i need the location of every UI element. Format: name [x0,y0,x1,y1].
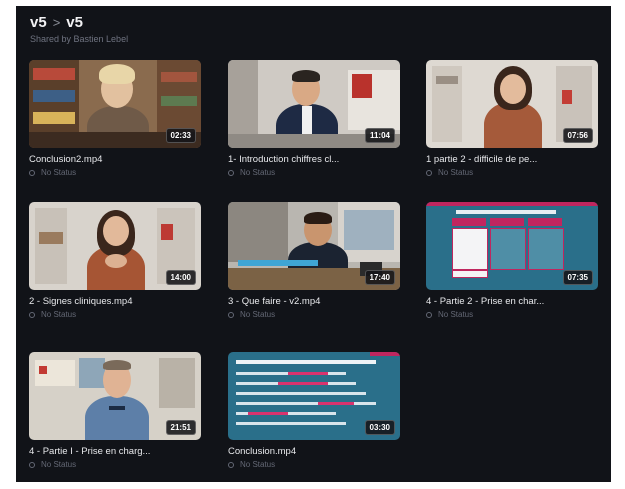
video-title[interactable]: 1- Introduction chiffres cl... [228,154,400,165]
folder-header: v5 > v5 Shared by Bastien Lebel [30,14,128,44]
video-thumbnail[interactable]: 17:40 [228,202,400,290]
video-card[interactable]: 02:33 Conclusion2.mp4 No Status [29,60,201,177]
status-label: No Status [240,460,276,469]
video-card[interactable]: 03:30 Conclusion.mp4 No Status [228,352,400,469]
duration-badge: 21:51 [165,420,196,435]
video-card[interactable]: 14:00 2 - Signes cliniques.mp4 No Status [29,202,201,319]
breadcrumb-current: v5 [66,14,83,31]
status-label: No Status [240,168,276,177]
video-title[interactable]: 2 - Signes cliniques.mp4 [29,296,201,307]
chevron-right-icon: > [52,15,61,30]
video-thumbnail[interactable]: 21:51 [29,352,201,440]
status-dot-icon [228,169,234,176]
video-card[interactable]: 21:51 4 - Partie I - Prise en charg... N… [29,352,201,469]
breadcrumb: v5 > v5 [30,14,128,31]
status-indicator[interactable]: No Status [228,460,400,469]
video-title[interactable]: 1 partie 2 - difficile de pe... [426,154,598,165]
status-dot-icon [29,461,35,468]
duration-badge: 02:33 [165,128,196,143]
video-thumbnail[interactable]: 03:30 [228,352,400,440]
status-indicator[interactable]: No Status [29,460,201,469]
video-thumbnail[interactable]: 07:35 [426,202,598,290]
status-label: No Status [41,460,77,469]
status-label: No Status [41,168,77,177]
video-title[interactable]: 4 - Partie I - Prise en charg... [29,446,201,457]
video-title[interactable]: 4 - Partie 2 - Prise en char... [426,296,598,307]
status-dot-icon [29,311,35,318]
duration-badge: 17:40 [364,270,395,285]
status-indicator[interactable]: No Status [426,310,598,319]
video-title[interactable]: Conclusion.mp4 [228,446,400,457]
duration-badge: 07:56 [562,128,593,143]
duration-badge: 11:04 [364,128,395,143]
status-dot-icon [426,169,432,176]
status-dot-icon [426,311,432,318]
breadcrumb-parent[interactable]: v5 [30,14,47,31]
status-indicator[interactable]: No Status [228,168,400,177]
video-card[interactable]: 11:04 1- Introduction chiffres cl... No … [228,60,400,177]
status-label: No Status [438,168,474,177]
video-thumbnail[interactable]: 11:04 [228,60,400,148]
status-dot-icon [228,461,234,468]
video-title[interactable]: 3 - Que faire - v2.mp4 [228,296,400,307]
app-frame: v5 > v5 Shared by Bastien Lebel 02:33 Co… [16,6,611,482]
duration-badge: 03:30 [364,420,395,435]
status-indicator[interactable]: No Status [426,168,598,177]
status-dot-icon [29,169,35,176]
video-thumbnail[interactable]: 02:33 [29,60,201,148]
status-label: No Status [438,310,474,319]
status-label: No Status [240,310,276,319]
duration-badge: 07:35 [562,270,593,285]
video-card[interactable]: 07:56 1 partie 2 - difficile de pe... No… [426,60,598,177]
video-thumbnail[interactable]: 14:00 [29,202,201,290]
status-indicator[interactable]: No Status [29,168,201,177]
video-card[interactable]: 17:40 3 - Que faire - v2.mp4 No Status [228,202,400,319]
status-dot-icon [228,311,234,318]
status-indicator[interactable]: No Status [228,310,400,319]
video-card[interactable]: 07:35 4 - Partie 2 - Prise en char... No… [426,202,598,319]
shared-by-text: Shared by Bastien Lebel [30,34,129,44]
video-title[interactable]: Conclusion2.mp4 [29,154,201,165]
duration-badge: 14:00 [165,270,196,285]
video-thumbnail[interactable]: 07:56 [426,60,598,148]
status-indicator[interactable]: No Status [29,310,201,319]
status-label: No Status [41,310,77,319]
